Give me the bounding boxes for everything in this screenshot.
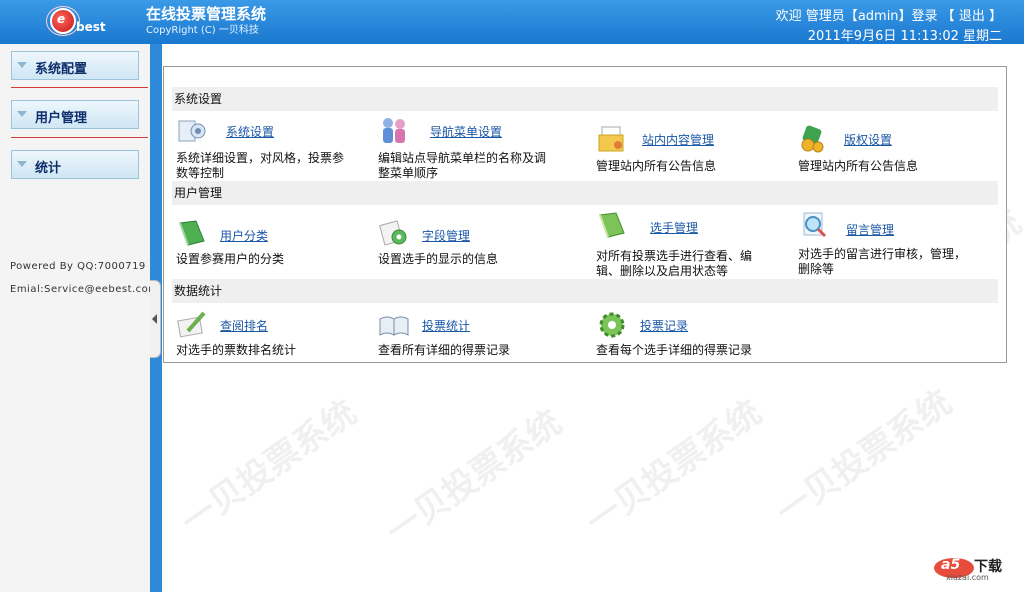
sidebar-item-label: 用户管理 — [35, 111, 88, 126]
green-gear-icon — [599, 312, 625, 338]
tile-description: 对选手的留言进行审核，管理，删除等 — [798, 247, 967, 276]
watermark-text: 一贝投票系统 — [378, 402, 570, 553]
sidebar-item-system-config[interactable]: 系统配置 — [11, 51, 139, 80]
pencil-paper-icon — [177, 311, 206, 338]
link-system-settings[interactable]: 系统设置 — [226, 123, 274, 140]
logo-text: best — [76, 20, 106, 34]
sidebar-item-label: 系统配置 — [35, 62, 88, 77]
watermark-text: 一贝投票系统 — [578, 392, 770, 543]
sidebar-item-user-management[interactable]: 用户管理 — [11, 100, 139, 129]
chevron-down-icon — [17, 62, 27, 68]
link-site-content[interactable]: 站内内容管理 — [642, 131, 714, 148]
tile-description: 管理站内所有公告信息 — [798, 159, 919, 173]
powered-by-text: Powered By QQ:7000719 — [10, 261, 146, 272]
link-user-category[interactable]: 用户分类 — [220, 227, 268, 244]
link-message-management[interactable]: 留言管理 — [846, 221, 894, 238]
link-contestant-management[interactable]: 选手管理 — [650, 219, 698, 236]
book-green-icon — [599, 212, 625, 238]
link-field-management[interactable]: 字段管理 — [422, 227, 470, 244]
gear-paper-icon — [379, 220, 407, 246]
logout-link[interactable]: 退出 — [959, 9, 985, 24]
section-header-system: 系统设置 — [172, 87, 998, 111]
tile-description: 管理站内所有公告信息 — [596, 159, 717, 173]
tile-description: 对所有投票选手进行查看、编辑、删除以及启用状态等 — [596, 249, 753, 278]
sidebar-divider — [11, 137, 148, 138]
book-green-icon — [179, 220, 205, 246]
open-book-icon — [379, 316, 409, 336]
tile-description: 系统详细设置，对风格，投票参数等控制 — [176, 151, 345, 180]
link-vote-records[interactable]: 投票记录 — [640, 317, 688, 334]
logout-suffix: 】 — [988, 9, 1002, 24]
watermark-text: 一贝投票系统 — [173, 392, 365, 543]
sidebar-divider — [11, 87, 148, 88]
medal-icon — [801, 125, 824, 153]
section-header-statistics: 数据统计 — [172, 279, 998, 303]
magnifier-icon — [803, 212, 827, 238]
watermark-text: 一贝投票系统 — [768, 382, 960, 533]
collapse-sidebar-handle[interactable] — [150, 280, 161, 358]
users-icon — [383, 118, 405, 143]
chevron-down-icon — [17, 161, 27, 167]
badge-brand: a5 — [941, 557, 961, 573]
tile-description: 对选手的票数排名统计 — [176, 343, 297, 357]
a5-download-badge: a5 下载 xiazai.com — [932, 554, 1012, 584]
sidebar-item-statistics[interactable]: 统计 — [11, 150, 139, 179]
logo-letter: e — [57, 12, 66, 26]
username: admin — [857, 9, 899, 24]
welcome-text: 欢迎 管理员【admin】登录 【 退出 】 — [776, 5, 1002, 24]
tile-description: 查看所有详细的得票记录 — [378, 343, 511, 357]
sidebar-item-label: 统计 — [35, 161, 62, 176]
settings-icon — [178, 120, 206, 142]
link-navigation-menu[interactable]: 导航菜单设置 — [430, 123, 502, 140]
header-bar: e best 在线投票管理系统 CopyRight (C) 一贝科技 欢迎 管理… — [0, 0, 1024, 44]
chevron-down-icon — [17, 111, 27, 117]
welcome-prefix: 欢迎 管理员【 — [775, 9, 858, 24]
login-suffix: 】登录 【 — [898, 9, 955, 24]
logo: e best — [44, 4, 106, 38]
tile-description: 设置选手的显示的信息 — [378, 252, 499, 266]
copyright-text: CopyRight (C) 一贝科技 — [146, 25, 259, 36]
email-text: Emial:Service@eebest.com — [10, 284, 150, 295]
content-panel: 系统设置 系统设置 系统详细设置，对风格，投票参数等控制 导航菜单设置 编辑站点… — [163, 66, 1007, 363]
link-copyright[interactable]: 版权设置 — [844, 131, 892, 148]
folder-icon — [598, 126, 624, 152]
link-view-ranking[interactable]: 查阅排名 — [220, 317, 268, 334]
badge-site: xiazai.com — [946, 573, 989, 582]
datetime: 2011年9月6日 11:13:02 星期二 — [807, 29, 1002, 44]
link-vote-statistics[interactable]: 投票统计 — [422, 317, 470, 334]
tile-description: 编辑站点导航菜单栏的名称及调整菜单顺序 — [378, 151, 547, 180]
tile-description: 设置参赛用户的分类 — [176, 252, 285, 266]
tile-description: 查看每个选手详细的得票记录 — [596, 343, 753, 357]
section-header-users: 用户管理 — [172, 181, 998, 205]
sidebar: 系统配置 用户管理 统计 Powered By QQ:7000719 Emial… — [0, 44, 150, 592]
